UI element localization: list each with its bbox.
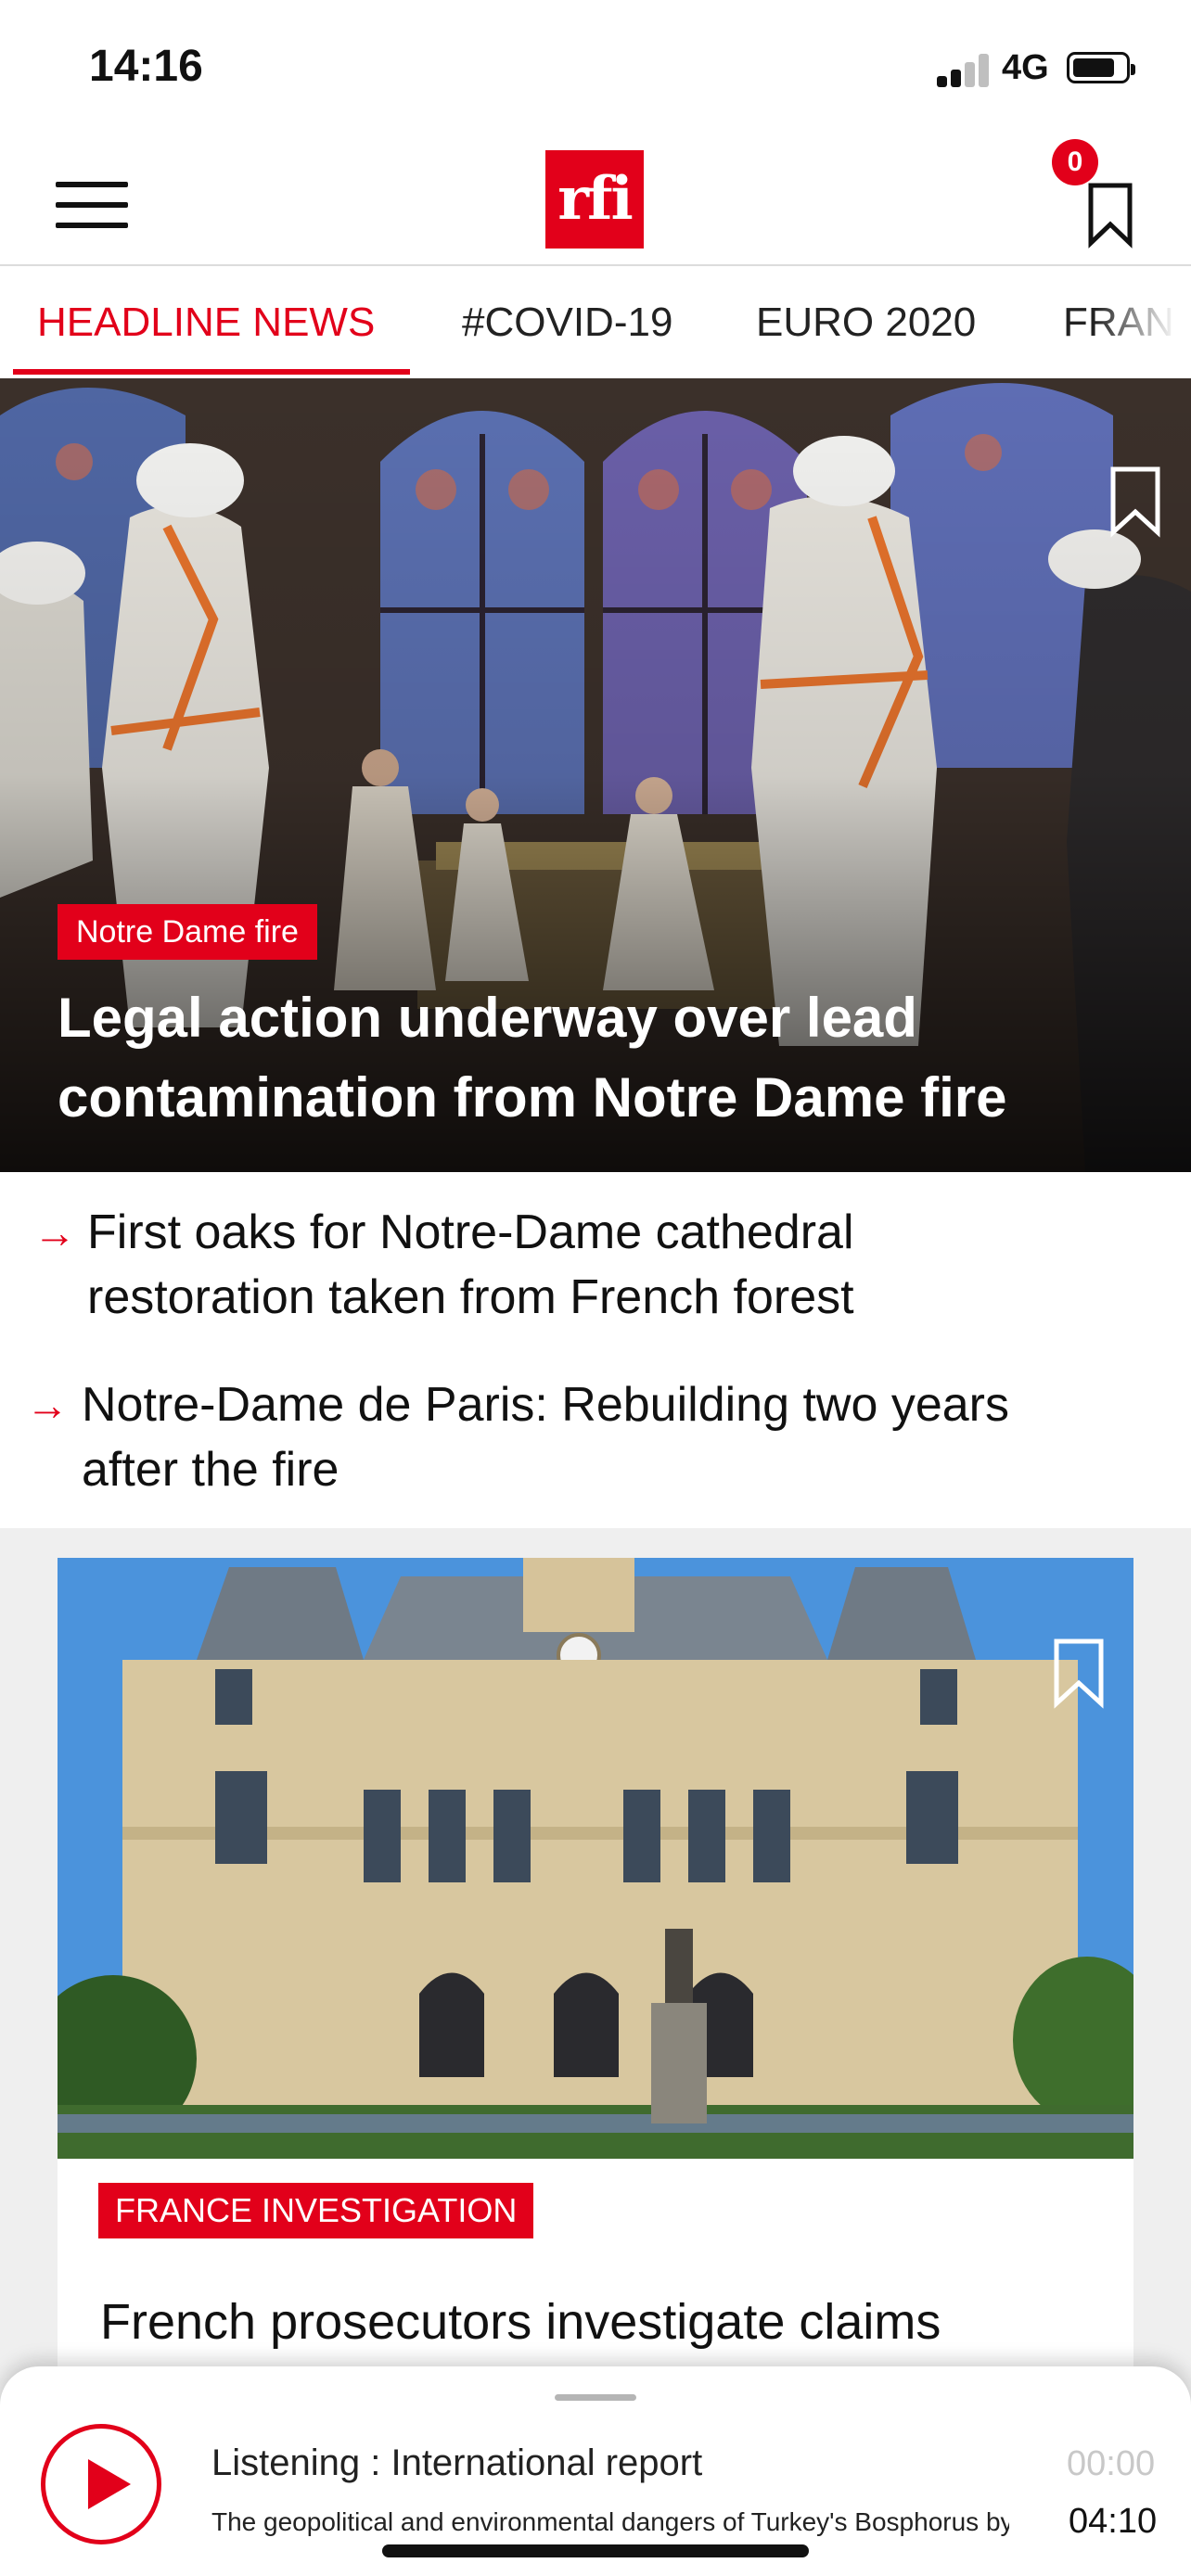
tab-headline-news[interactable]: HEADLINE NEWS xyxy=(37,300,375,346)
hero-bookmark-icon[interactable] xyxy=(1108,464,1163,538)
arrow-right-icon: → xyxy=(33,1208,76,1256)
related-link-2-line2: after the fire xyxy=(82,1443,339,1497)
tab-covid-19[interactable]: #COVID-19 xyxy=(462,300,672,346)
arrow-right-icon: → xyxy=(26,1381,69,1429)
bookmark-count-badge: 0 xyxy=(1052,139,1098,185)
battery-icon xyxy=(1067,52,1135,83)
hero-category-tag[interactable]: Notre Dame fire xyxy=(58,904,317,960)
related-link-1[interactable]: First oaks for Notre-Dame cathedral rest… xyxy=(87,1200,854,1330)
hero-headline[interactable]: Legal action underway over lead contamin… xyxy=(58,978,1152,1138)
article-card[interactable]: FRANCE INVESTIGATION French prosecutors … xyxy=(58,1558,1133,2485)
active-tab-indicator xyxy=(13,369,410,375)
card-headline[interactable]: French prosecutors investigate claims xyxy=(100,2285,1102,2359)
listening-subtitle: The geopolitical and environmental dange… xyxy=(211,2507,1009,2536)
related-link-2-line1: Notre-Dame de Paris: Rebuilding two year… xyxy=(82,1378,1009,1432)
network-label: 4G xyxy=(1002,48,1049,87)
related-link-1-line2: restoration taken from French forest xyxy=(87,1270,854,1324)
article-card-image xyxy=(58,1558,1133,2159)
related-articles: → First oaks for Notre-Dame cathedral re… xyxy=(0,1172,1191,1528)
category-tabs: HEADLINE NEWS #COVID-19 EURO 2020 FRAN xyxy=(0,266,1191,377)
town-hall-photo xyxy=(58,1558,1133,2159)
related-link-2[interactable]: Notre-Dame de Paris: Rebuilding two year… xyxy=(82,1372,1009,1502)
tab-euro-2020[interactable]: EURO 2020 xyxy=(756,300,976,346)
total-duration: 04:10 xyxy=(1069,2502,1158,2541)
app-header: rfi xyxy=(0,139,1191,266)
logo-text: rfi xyxy=(557,164,634,234)
home-indicator[interactable] xyxy=(382,2544,809,2557)
rfi-logo[interactable]: rfi xyxy=(545,150,644,249)
card-category-tag[interactable]: FRANCE INVESTIGATION xyxy=(98,2183,534,2238)
drag-handle[interactable] xyxy=(555,2394,636,2401)
tabs-fade xyxy=(1095,266,1191,377)
listening-title: Listening : International report xyxy=(211,2442,703,2483)
status-bar: 14:16 4G xyxy=(0,0,1191,139)
status-time: 14:16 xyxy=(89,42,203,91)
related-link-1-line1: First oaks for Notre-Dame cathedral xyxy=(87,1205,854,1259)
card-bookmark-icon[interactable] xyxy=(1052,1637,1106,1709)
elapsed-time: 00:00 xyxy=(1067,2444,1156,2483)
signal-icon xyxy=(937,54,992,87)
menu-button[interactable] xyxy=(56,174,130,228)
play-button[interactable] xyxy=(41,2424,161,2544)
